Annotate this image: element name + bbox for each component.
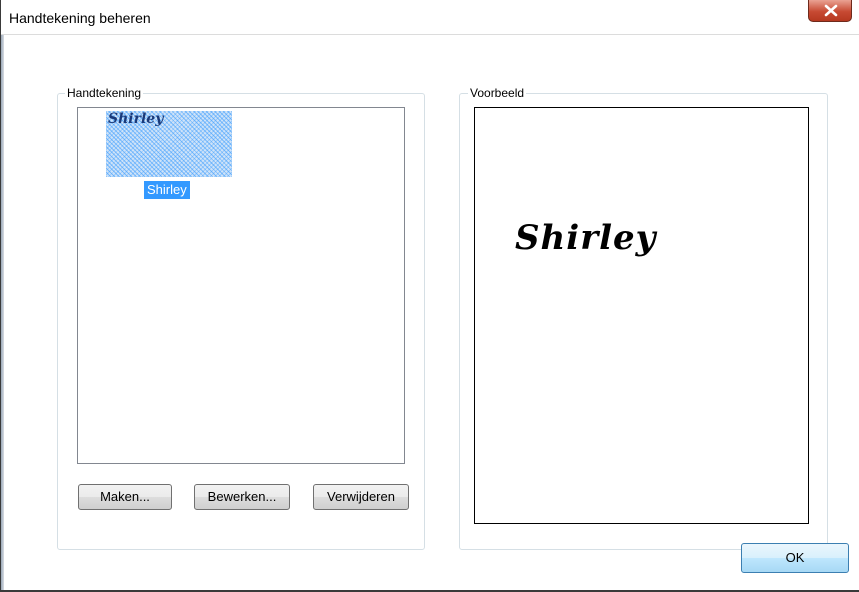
signature-list-item[interactable]: Shirley Shirley [78,108,278,203]
title-bar: Handtekening beheren [1,0,859,34]
create-button[interactable]: Maken... [78,484,172,510]
signature-item-label: Shirley [144,181,190,199]
signature-thumbnail-text: Shirley [108,111,164,127]
ok-button[interactable]: OK [741,543,849,573]
preview-group-label: Voorbeeld [468,86,527,100]
close-button[interactable] [808,0,852,22]
delete-button[interactable]: Verwijderen [313,484,409,510]
preview-group: Voorbeeld Shirley [459,86,828,550]
preview-signature-text: Shirley [515,218,657,258]
signature-group: Handtekening Shirley Shirley Maken... Be… [57,86,425,550]
edit-button[interactable]: Bewerken... [194,484,290,510]
dialog-window: Handtekening beheren Handtekening Shirle… [0,0,859,592]
signature-thumbnail: Shirley [106,111,232,177]
close-icon [824,4,838,17]
window-title: Handtekening beheren [9,10,151,26]
signature-group-label: Handtekening [65,86,144,100]
signature-list[interactable]: Shirley Shirley [77,107,405,464]
signature-preview: Shirley [474,107,809,524]
title-separator [1,34,859,35]
window-edge [1,35,4,590]
